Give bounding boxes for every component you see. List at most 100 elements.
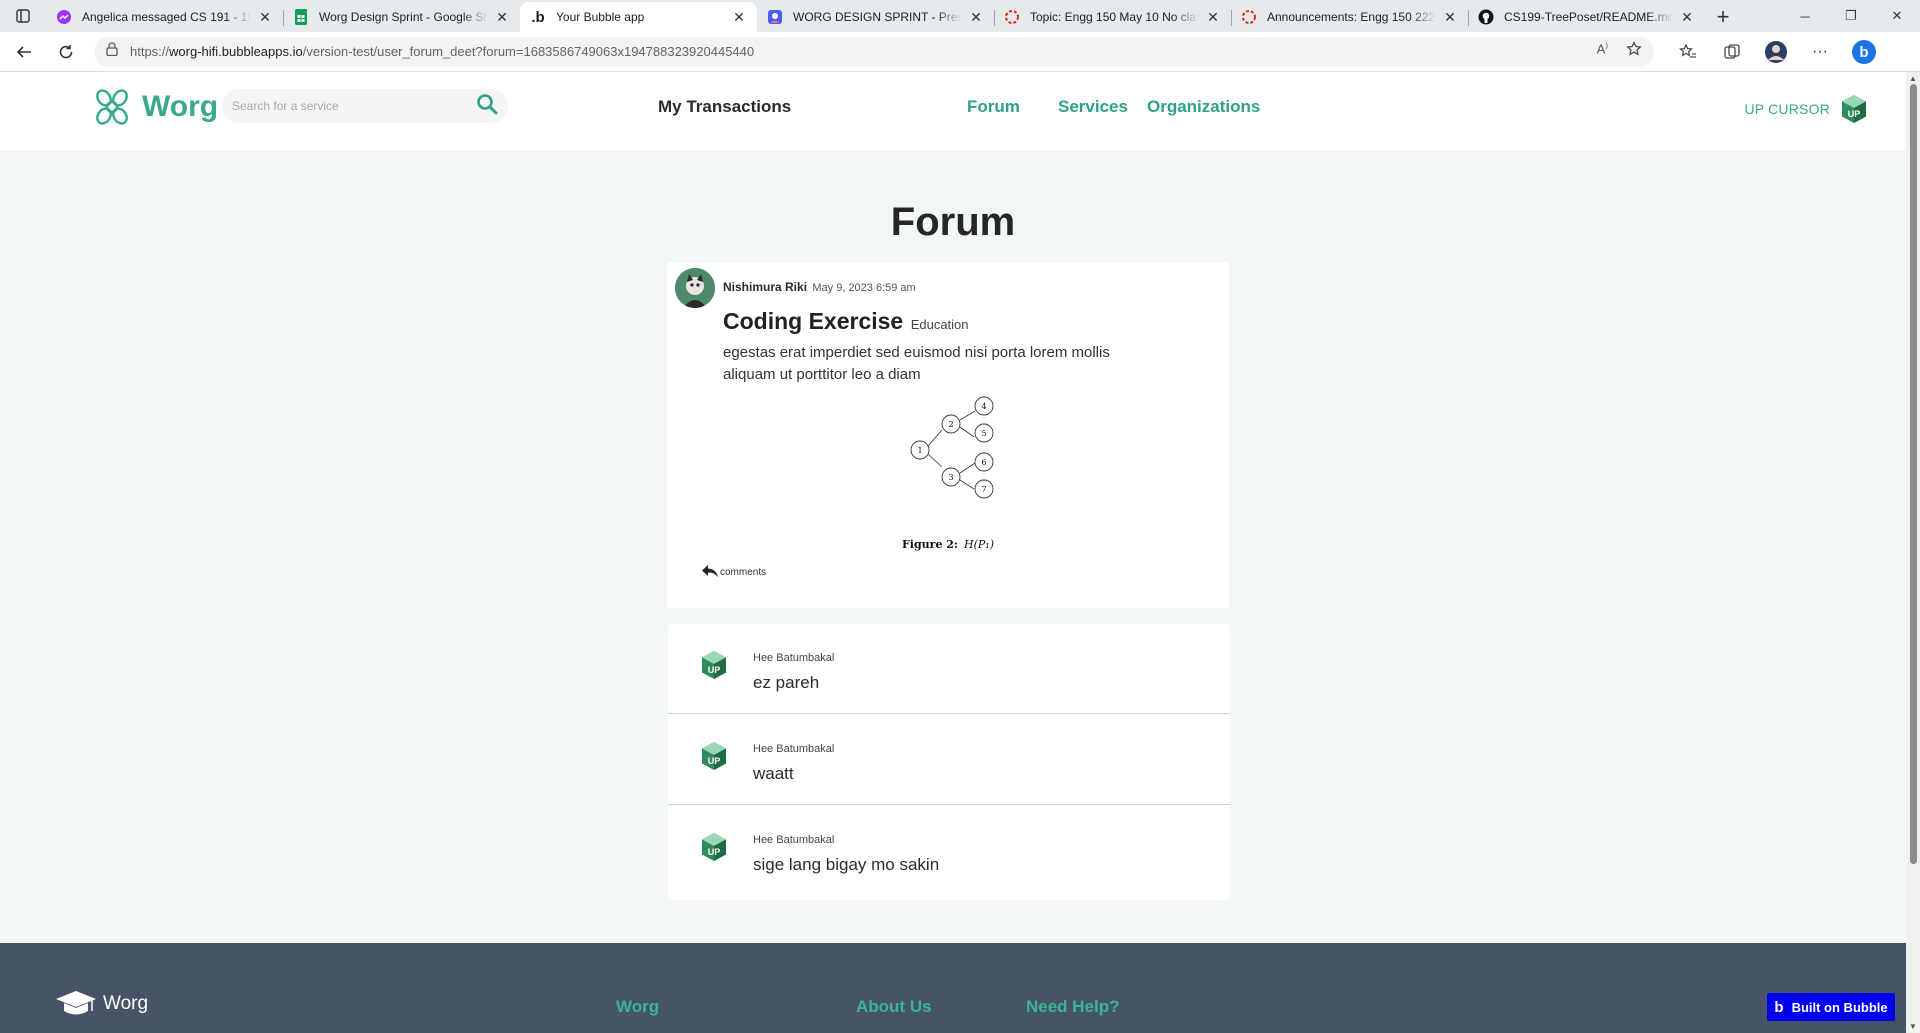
tree-node-label: 4 <box>981 402 986 411</box>
svg-text:UP: UP <box>708 665 721 675</box>
author-avatar[interactable] <box>675 268 715 308</box>
comments-button[interactable]: comments <box>701 564 766 578</box>
figure-caption-math: H(P₁) <box>964 538 994 551</box>
close-icon[interactable]: ✕ <box>257 9 273 26</box>
nav-forum[interactable]: Forum <box>967 97 1020 117</box>
reply-icon <box>702 565 718 577</box>
commenter-avatar[interactable]: UP <box>700 832 728 862</box>
svg-text:UP: UP <box>708 756 721 766</box>
tab-title: Worg Design Sprint - Google Sh <box>319 10 488 24</box>
scrollbar-thumb[interactable] <box>1910 84 1917 864</box>
close-icon[interactable]: ✕ <box>731 9 747 26</box>
sheets-icon <box>293 9 309 25</box>
read-aloud-icon[interactable]: A) <box>1597 41 1608 62</box>
footer-link-worg[interactable]: Worg <box>616 997 659 1017</box>
close-window-icon[interactable]: ✕ <box>1874 0 1920 32</box>
restore-icon[interactable]: ❐ <box>1828 0 1874 32</box>
svg-text:UP: UP <box>708 847 721 857</box>
browser-tab[interactable]: Announcements: Engg 150 2223 ✕ <box>1231 2 1468 32</box>
tab-actions-button[interactable] <box>0 0 46 32</box>
search-icon[interactable] <box>476 93 498 120</box>
page-scrollbar[interactable]: ▲ ▼ <box>1906 72 1920 1033</box>
close-icon[interactable]: ✕ <box>1442 9 1458 26</box>
page-title: Forum <box>890 200 1016 244</box>
site-logo[interactable]: Worg <box>90 86 218 128</box>
close-icon[interactable]: ✕ <box>968 9 984 26</box>
collections-icon[interactable] <box>1718 38 1746 66</box>
url-field[interactable]: https://worg-hifi.bubbleapps.io/version-… <box>94 36 1654 67</box>
user-avatar: UP <box>1842 95 1866 123</box>
window-controls: ─ ❐ ✕ <box>1782 0 1920 32</box>
close-icon[interactable]: ✕ <box>1205 9 1221 26</box>
footer-link-about-us[interactable]: About Us <box>856 997 932 1017</box>
messenger-icon <box>56 9 72 25</box>
badge-text: Built on Bubble <box>1791 999 1888 1015</box>
comment-author: Hee Batumbakal <box>753 743 835 755</box>
user-menu[interactable]: UP CURSOR UP <box>1744 94 1868 124</box>
nav-services[interactable]: Services <box>1058 97 1128 117</box>
comment-item: UP Hee Batumbakal ez pareh <box>668 624 1230 714</box>
browser-tab[interactable]: Angelica messaged CS 191 - 192 ✕ <box>46 2 283 32</box>
profile-avatar[interactable] <box>1762 38 1790 66</box>
svg-text:UP: UP <box>1848 109 1861 119</box>
tab-title: Your Bubble app <box>556 10 645 24</box>
tree-node-label: 1 <box>917 446 922 455</box>
post-body: egestas erat imperdiet sed euismod nisi … <box>723 344 1110 383</box>
comment-author: Hee Batumbakal <box>753 652 835 664</box>
site-footer: Worg Worg About Us Need Help? <box>0 943 1906 1033</box>
canvas-lms-icon <box>1241 9 1257 25</box>
add-favorite-icon[interactable] <box>1626 41 1642 62</box>
tree-node-label: 5 <box>981 429 986 438</box>
browser-tab[interactable]: CS199-TreePoset/README.md a ✕ <box>1468 2 1705 32</box>
scroll-up-icon[interactable]: ▲ <box>1909 74 1917 83</box>
comment-author: Hee Batumbakal <box>753 834 835 846</box>
browser-tab[interactable]: WORG DESIGN SPRINT - Present ✕ <box>757 2 994 32</box>
nav-organizations[interactable]: Organizations <box>1147 97 1260 117</box>
browser-tab[interactable]: Topic: Engg 150 May 10 No class ✕ <box>994 2 1231 32</box>
bubble-logo-icon: b <box>1774 998 1784 1016</box>
search-input[interactable] <box>232 99 462 113</box>
minimize-icon[interactable]: ─ <box>1782 0 1828 32</box>
back-icon[interactable] <box>6 36 42 68</box>
address-bar: https://worg-hifi.bubbleapps.io/version-… <box>0 32 1920 72</box>
lock-icon[interactable] <box>106 42 118 61</box>
tab-title: CS199-TreePoset/README.md a <box>1504 10 1673 24</box>
canva-icon <box>767 9 783 25</box>
nav-my-transactions[interactable]: My Transactions <box>658 97 791 117</box>
figure-caption: Figure 2: H(P₁) <box>667 538 1229 551</box>
post-author[interactable]: Nishimura Riki <box>723 280 807 294</box>
post-figure-tree-diagram: 1 2 3 4 5 6 7 <box>910 396 994 499</box>
tree-node-label: 6 <box>981 458 986 467</box>
close-icon[interactable]: ✕ <box>494 9 510 26</box>
scroll-down-icon[interactable]: ▼ <box>1909 1022 1917 1031</box>
post-category-tag: Education <box>910 317 969 332</box>
comment-text: ez pareh <box>753 673 820 692</box>
more-options-icon[interactable]: ··· <box>1806 38 1834 66</box>
reload-icon[interactable] <box>48 36 84 68</box>
footer-logo-text: Worg <box>103 993 149 1014</box>
tab-title: Topic: Engg 150 May 10 No class <box>1030 10 1199 24</box>
post-date: May 9, 2023 6:59 am <box>812 282 916 294</box>
footer-logo[interactable]: Worg <box>55 989 148 1019</box>
post-meta: Nishimura Riki May 9, 2023 6:59 am <box>723 280 916 294</box>
comment-text: waatt <box>753 764 794 783</box>
commenter-avatar[interactable]: UP <box>700 650 728 680</box>
close-icon[interactable]: ✕ <box>1679 9 1695 26</box>
footer-link-need-help[interactable]: Need Help? <box>1026 997 1120 1017</box>
commenter-avatar[interactable]: UP <box>700 741 728 771</box>
comment-text: sige lang bigay mo sakin <box>753 855 940 874</box>
browser-tab-active[interactable]: .b Your Bubble app ✕ <box>520 2 757 32</box>
comments-label: comments <box>720 567 767 578</box>
browser-tab-bar: Angelica messaged CS 191 - 192 ✕ Worg De… <box>0 0 1920 32</box>
bing-copilot-icon[interactable]: b <box>1850 38 1878 66</box>
new-tab-button[interactable]: + <box>1705 2 1741 32</box>
svg-text:b: b <box>1859 44 1868 61</box>
post-title: Coding Exercise <box>723 308 904 334</box>
user-name: UP CURSOR <box>1744 101 1830 117</box>
comment-item: UP Hee Batumbakal sige lang bigay mo sak… <box>668 806 1230 896</box>
site-header: Worg My Transactions Forum Services Orga… <box>0 72 1906 150</box>
built-on-bubble-badge[interactable]: b Built on Bubble <box>1767 993 1895 1021</box>
browser-tab[interactable]: Worg Design Sprint - Google Sh ✕ <box>283 2 520 32</box>
favorites-icon[interactable] <box>1674 38 1702 66</box>
tab-title: WORG DESIGN SPRINT - Present <box>793 10 962 24</box>
